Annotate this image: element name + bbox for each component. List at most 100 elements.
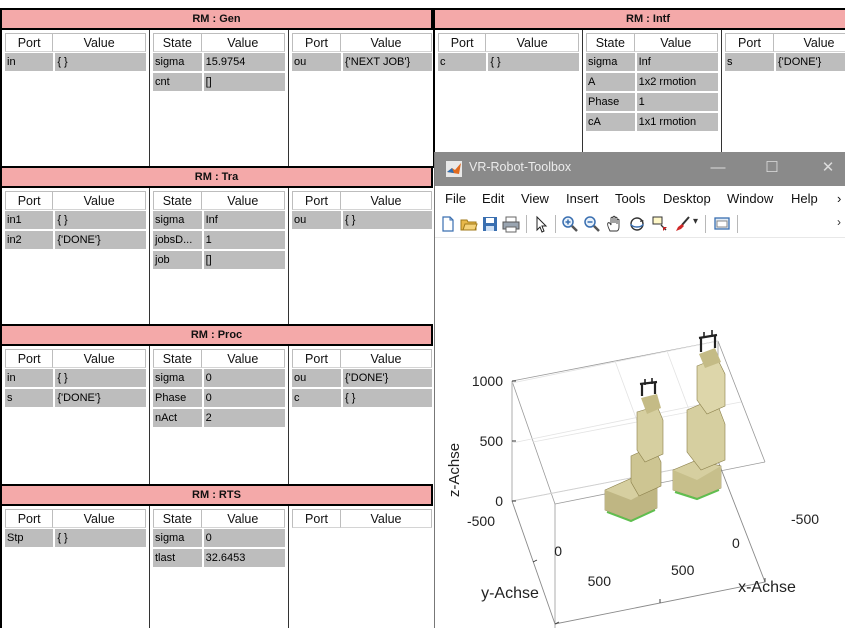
- column-header[interactable]: Value: [341, 509, 432, 528]
- row-name-cell[interactable]: tlast: [153, 549, 202, 567]
- table-row[interactable]: sigma 15.9754: [153, 53, 285, 71]
- table-row[interactable]: tlast 32.6453: [153, 549, 285, 567]
- save-icon[interactable]: [481, 215, 499, 233]
- table-row[interactable]: ou{ }: [292, 211, 432, 229]
- column-header[interactable]: Port: [725, 33, 774, 52]
- row-value-cell[interactable]: 0: [201, 389, 285, 407]
- table-row[interactable]: c{ }: [438, 53, 579, 71]
- row-value-cell[interactable]: { }: [53, 211, 146, 229]
- column-header[interactable]: State: [586, 33, 635, 52]
- close-button[interactable]: ✕: [813, 156, 843, 180]
- table-row[interactable]: s {'DONE'}: [5, 389, 146, 407]
- row-name-cell[interactable]: ou: [292, 211, 341, 229]
- figure-window[interactable]: VR-Robot-Toolbox — ☐ ✕ File Edit View In…: [434, 152, 845, 628]
- column-header[interactable]: Value: [201, 191, 285, 210]
- row-name-cell[interactable]: Phase: [586, 93, 635, 111]
- row-value-cell[interactable]: {'DONE'}: [774, 53, 845, 71]
- row-value-cell[interactable]: 1: [201, 231, 285, 249]
- column-header[interactable]: Port: [292, 509, 341, 528]
- column-header[interactable]: State: [153, 349, 202, 368]
- column-header[interactable]: Port: [5, 191, 54, 210]
- row-value-cell[interactable]: 0: [201, 529, 285, 547]
- row-name-cell[interactable]: sigma: [586, 53, 635, 71]
- table-row[interactable]: sigma Inf: [153, 211, 285, 229]
- figure-titlebar[interactable]: VR-Robot-Toolbox — ☐ ✕: [435, 152, 845, 186]
- maximize-button[interactable]: ☐: [757, 156, 787, 180]
- table-row[interactable]: sigma 0: [153, 369, 285, 387]
- row-name-cell[interactable]: sigma: [153, 53, 202, 71]
- row-name-cell[interactable]: ou: [292, 53, 341, 71]
- print-icon[interactable]: [502, 215, 520, 233]
- table-row[interactable]: cnt[]: [153, 73, 285, 91]
- column-header[interactable]: Value: [53, 349, 146, 368]
- minimize-button[interactable]: —: [703, 156, 733, 180]
- column-header[interactable]: Port: [292, 349, 341, 368]
- table-row[interactable]: c{ }: [292, 389, 432, 407]
- table-row[interactable]: in2 {'DONE'}: [5, 231, 146, 249]
- new-figure-icon[interactable]: [439, 215, 457, 233]
- row-value-cell[interactable]: { }: [341, 211, 432, 229]
- row-name-cell[interactable]: nAct: [153, 409, 202, 427]
- row-value-cell[interactable]: Inf: [201, 211, 285, 229]
- menu-tools[interactable]: Tools: [615, 191, 645, 206]
- row-value-cell[interactable]: 15.9754: [201, 53, 285, 71]
- row-value-cell[interactable]: { }: [53, 53, 146, 71]
- row-name-cell[interactable]: s: [5, 389, 54, 407]
- table-row[interactable]: nAct 2: [153, 409, 285, 427]
- row-name-cell[interactable]: s: [725, 53, 774, 71]
- row-name-cell[interactable]: ou: [292, 369, 341, 387]
- link-plot-icon[interactable]: [713, 215, 731, 233]
- column-header[interactable]: Port: [292, 191, 341, 210]
- column-header[interactable]: Value: [486, 33, 579, 52]
- row-value-cell[interactable]: { }: [486, 53, 579, 71]
- brush-dropdown-icon[interactable]: ▾: [693, 216, 698, 227]
- row-value-cell[interactable]: 1x1 rmotion: [634, 113, 718, 131]
- row-name-cell[interactable]: c: [438, 53, 487, 71]
- row-name-cell[interactable]: in: [5, 369, 54, 387]
- zoom-in-icon[interactable]: [561, 215, 579, 233]
- row-value-cell[interactable]: {'DONE'}: [53, 231, 146, 249]
- menu-view[interactable]: View: [521, 191, 549, 206]
- row-name-cell[interactable]: c: [292, 389, 341, 407]
- table-row[interactable]: cA 1x1 rmotion: [586, 113, 718, 131]
- zoom-out-icon[interactable]: [583, 215, 601, 233]
- menu-edit[interactable]: Edit: [482, 191, 504, 206]
- column-header[interactable]: Value: [53, 509, 146, 528]
- row-value-cell[interactable]: { }: [53, 369, 146, 387]
- menu-help[interactable]: Help: [791, 191, 818, 206]
- axes-3d[interactable]: 1000 500 0 -500 0 500 500 0 -500 z-Achse…: [435, 238, 845, 628]
- table-row[interactable]: A 1x2 rmotion: [586, 73, 718, 91]
- rotate-3d-icon[interactable]: [628, 215, 646, 233]
- table-row[interactable]: Phase 1: [586, 93, 718, 111]
- row-name-cell[interactable]: jobsD...: [153, 231, 202, 249]
- row-value-cell[interactable]: { }: [341, 389, 432, 407]
- row-name-cell[interactable]: sigma: [153, 369, 202, 387]
- column-header[interactable]: Port: [438, 33, 487, 52]
- row-name-cell[interactable]: Stp: [5, 529, 54, 547]
- menu-insert[interactable]: Insert: [566, 191, 599, 206]
- menu-window[interactable]: Window: [727, 191, 773, 206]
- pan-icon[interactable]: [605, 215, 623, 233]
- column-header[interactable]: Value: [201, 349, 285, 368]
- table-row[interactable]: Phase 0: [153, 389, 285, 407]
- row-value-cell[interactable]: 0: [201, 369, 285, 387]
- column-header[interactable]: Value: [341, 191, 432, 210]
- column-header[interactable]: State: [153, 33, 202, 52]
- column-header[interactable]: Value: [634, 33, 718, 52]
- toolbar-overflow-icon[interactable]: ›: [837, 215, 841, 229]
- table-row[interactable]: ou {'DONE'}: [292, 369, 432, 387]
- column-header[interactable]: Value: [341, 349, 432, 368]
- data-cursor-icon[interactable]: [651, 215, 669, 233]
- row-value-cell[interactable]: 1x2 rmotion: [634, 73, 718, 91]
- row-name-cell[interactable]: in2: [5, 231, 54, 249]
- row-name-cell[interactable]: job: [153, 251, 202, 269]
- column-header[interactable]: Value: [53, 33, 146, 52]
- row-value-cell[interactable]: 1: [634, 93, 718, 111]
- row-value-cell[interactable]: []: [201, 251, 285, 269]
- row-name-cell[interactable]: in1: [5, 211, 54, 229]
- row-value-cell[interactable]: 32.6453: [201, 549, 285, 567]
- row-value-cell[interactable]: Inf: [634, 53, 718, 71]
- column-header[interactable]: Value: [774, 33, 845, 52]
- table-row[interactable]: jobsD... 1: [153, 231, 285, 249]
- column-header[interactable]: Value: [201, 33, 285, 52]
